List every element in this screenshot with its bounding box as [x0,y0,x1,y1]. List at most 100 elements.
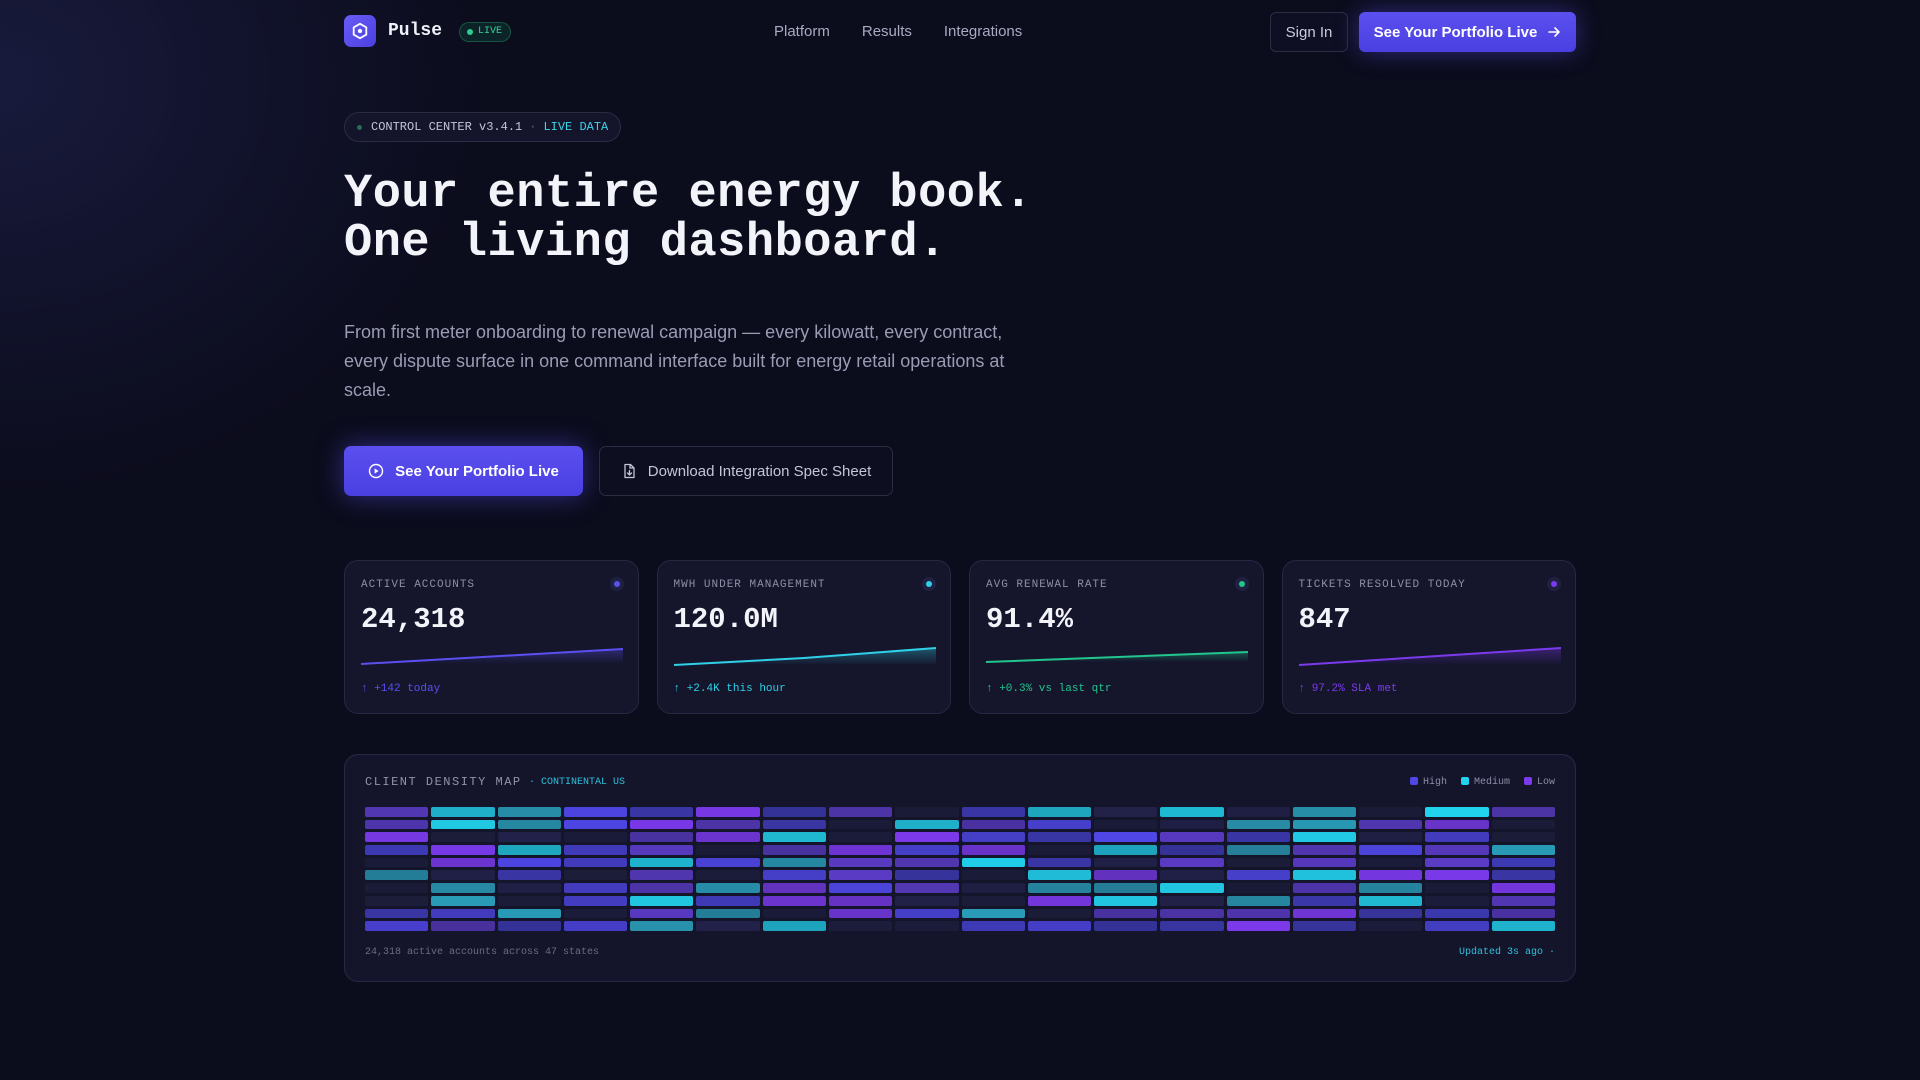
density-cell [1292,832,1357,843]
density-cell [630,870,694,881]
density-cell [762,807,826,817]
legend-item-low: Low [1523,777,1555,788]
density-cell [563,883,628,893]
density-cell [828,870,893,881]
density-cell [1491,895,1555,906]
density-cell [431,832,495,843]
density-cell [431,845,495,855]
nav-links: Platform Results Integrations [774,23,1022,40]
badge-live-data: LIVE DATA [543,120,609,134]
nav-link-results[interactable]: Results [862,23,912,40]
metric-card-tickets-resolved[interactable]: TICKETS RESOLVED TODAY 847 ↑ 97.2% SLA m… [1281,560,1576,714]
density-cell [630,883,694,893]
density-cell [1292,895,1357,906]
brand-name[interactable]: Pulse [388,21,442,41]
metric-cards: ACTIVE ACCOUNTS 24,318 ↑ +142 today MWH … [344,560,1576,714]
density-cell [961,921,1025,931]
metric-delta: ↑ 97.2% SLA met [1298,683,1398,695]
density-cell [1491,819,1555,830]
density-cell [563,895,628,906]
density-cell [1292,819,1357,830]
sign-in-button[interactable]: Sign In [1270,12,1348,52]
density-cell [630,908,694,919]
density-cell [762,883,826,893]
density-cell [895,870,959,881]
density-cell [1226,895,1290,906]
density-cell [497,819,561,830]
density-cell [1491,921,1555,931]
density-cell [696,832,760,843]
badge-version: CONTROL CENTER v3.4.1 [371,120,523,134]
density-cell [1292,870,1357,881]
metric-card-active-accounts[interactable]: ACTIVE ACCOUNTS 24,318 ↑ +142 today [344,560,639,714]
nav-portfolio-cta-button[interactable]: See Your Portfolio Live [1359,12,1576,52]
density-cell [563,870,628,881]
download-spec-sheet-button[interactable]: Download Integration Spec Sheet [599,446,893,496]
density-cell [828,921,893,931]
density-cell [1226,845,1290,855]
see-portfolio-live-button[interactable]: See Your Portfolio Live [344,446,583,496]
density-grid [365,807,1555,931]
density-cell [895,883,959,893]
density-cell [431,870,495,881]
metric-card-mwh[interactable]: MWH UNDER MANAGEMENT 120.0M ↑ +2.4K this… [656,560,951,714]
metric-label: MWH UNDER MANAGEMENT [673,579,826,591]
density-cell [1425,895,1489,906]
density-cell [1425,908,1489,919]
density-cell [431,921,495,931]
density-cell [1292,908,1357,919]
density-cell [1425,857,1489,868]
density-cell [1027,895,1092,906]
density-cell [563,921,628,931]
density-cell [630,845,694,855]
metric-delta: ↑ +2.4K this hour [673,683,786,695]
metric-value: 24,318 [361,603,466,636]
density-cell [1491,883,1555,893]
density-cell [762,819,826,830]
density-cell [1491,807,1555,817]
density-cell [365,921,429,931]
density-cell [1160,857,1224,868]
density-cell [1027,870,1092,881]
density-cell [1094,921,1158,931]
density-cell [1094,807,1158,817]
secondary-cta-label: Download Integration Spec Sheet [647,462,872,480]
legend-label: High [1422,777,1447,788]
metric-card-renewal-rate[interactable]: AVG RENEWAL RATE 91.4% ↑ +0.3% vs last q… [969,560,1264,714]
map-legend: High Medium Low [1409,777,1555,788]
density-cell [1359,870,1423,881]
density-cell [1160,883,1224,893]
status-dot-icon [609,577,624,591]
legend-swatch [1409,777,1418,785]
density-cell [696,870,760,881]
density-cell [1491,845,1555,855]
density-cell [895,857,959,868]
density-cell [1359,807,1423,817]
density-cell [1226,908,1290,919]
badge-separator: · [529,120,537,134]
density-cell [497,883,561,893]
status-dot-icon [922,577,936,591]
density-cell [1359,908,1423,919]
density-cell [696,895,760,906]
nav-link-integrations[interactable]: Integrations [944,23,1022,40]
density-cell [365,832,429,843]
density-cell [563,819,628,830]
density-cell [563,908,628,919]
density-cell [1160,870,1224,881]
density-cell [497,921,561,931]
density-cell [1292,857,1357,868]
nav-link-platform[interactable]: Platform [774,23,830,40]
pulse-logo-icon[interactable] [344,15,376,47]
density-cell [1491,857,1555,868]
density-cell [762,908,826,919]
density-cell [630,807,694,817]
legend-label: Low [1536,777,1555,788]
density-cell [1160,895,1224,906]
density-cell [1425,807,1489,817]
density-cell [1094,845,1158,855]
density-cell [1425,883,1489,893]
density-cell [563,807,628,817]
density-cell [828,908,893,919]
sparkline [986,651,1248,663]
